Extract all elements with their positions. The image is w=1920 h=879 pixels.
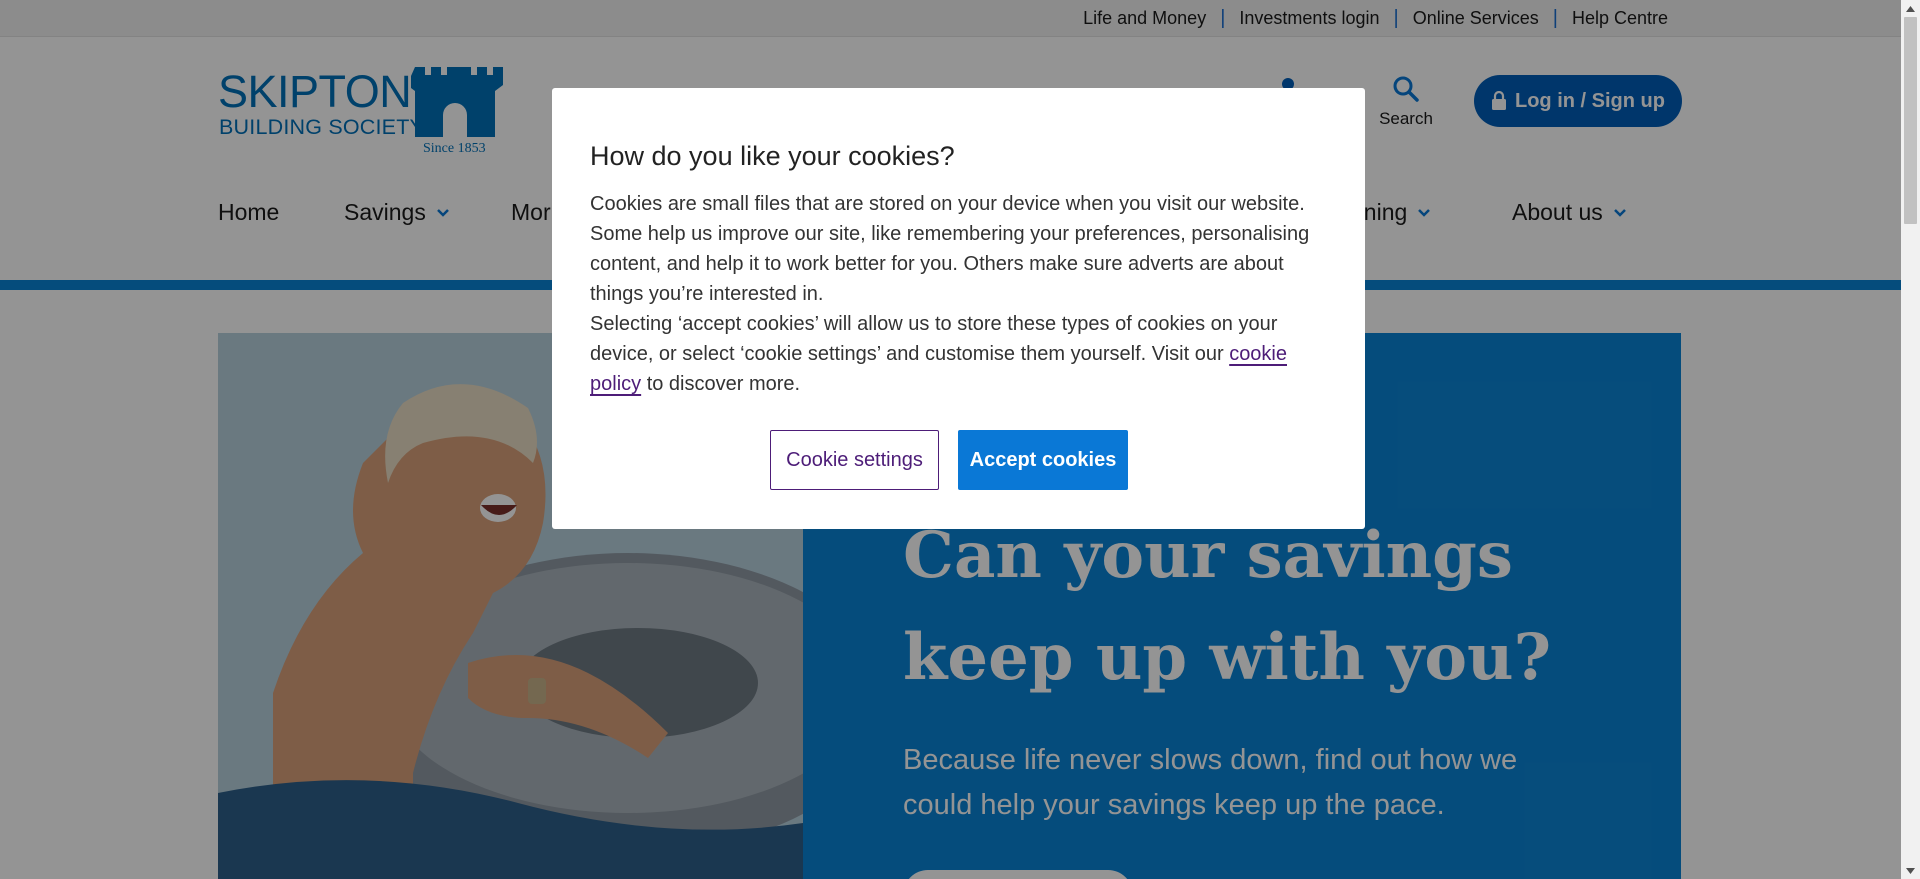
cookie-paragraph-1: Cookies are small files that are stored … xyxy=(590,193,1310,305)
cookie-dialog-title: How do you like your cookies? xyxy=(590,141,955,171)
cookie-paragraph-2-text: to discover more. xyxy=(641,373,801,395)
cookie-dialog-body: Cookies are small files that are stored … xyxy=(590,189,1330,399)
scroll-thumb[interactable] xyxy=(1904,17,1917,224)
cookie-paragraph-2-text: Selecting ‘accept cookies’ will allow us… xyxy=(590,313,1278,365)
caret-down-icon xyxy=(1906,867,1915,874)
scroll-up-arrow[interactable] xyxy=(1901,0,1920,17)
accept-cookies-button[interactable]: Accept cookies xyxy=(958,430,1128,490)
cookie-paragraph-2: Selecting ‘accept cookies’ will allow us… xyxy=(590,309,1330,399)
vertical-scrollbar[interactable] xyxy=(1901,0,1920,879)
cookie-settings-button[interactable]: Cookie settings xyxy=(770,430,939,490)
scroll-down-arrow[interactable] xyxy=(1901,862,1920,879)
cookie-dialog: How do you like your cookies? Cookies ar… xyxy=(552,88,1365,529)
caret-up-icon xyxy=(1906,5,1915,12)
